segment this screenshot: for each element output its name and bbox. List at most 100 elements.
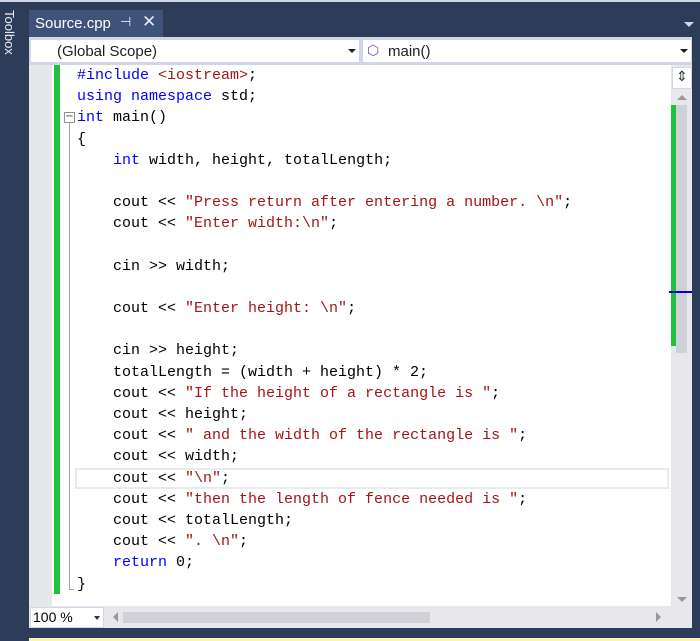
code-token: ; bbox=[518, 490, 528, 508]
scope-value: (Global Scope) bbox=[57, 43, 158, 60]
outline-guide bbox=[69, 123, 70, 589]
collapse-toggle[interactable]: − bbox=[64, 112, 75, 123]
code-token: cout << bbox=[77, 427, 186, 445]
code-token: return bbox=[113, 554, 177, 572]
code-token: cout << bbox=[77, 194, 186, 212]
code-line-current[interactable]: cout << "\n"; bbox=[75, 467, 669, 489]
code-token: ; bbox=[248, 67, 258, 84]
code-token: int bbox=[113, 151, 150, 169]
chevron-down-icon bbox=[680, 49, 688, 53]
chevron-down-icon bbox=[94, 616, 100, 620]
code-token: cin >> height; bbox=[77, 342, 240, 360]
code-token: width, height, totalLength; bbox=[149, 151, 393, 169]
tab-overflow-dropdown-icon[interactable] bbox=[684, 22, 694, 27]
code-line[interactable]: cout << "If the height of a rectangle is… bbox=[77, 383, 669, 404]
scroll-up-arrow[interactable] bbox=[677, 95, 687, 100]
scroll-left-arrow[interactable] bbox=[113, 612, 118, 622]
zoom-dropdown[interactable]: 100 % bbox=[30, 607, 104, 628]
outline-guide-end bbox=[69, 589, 74, 590]
code-editor[interactable]: − #include <iostream>; using namespace st… bbox=[29, 65, 692, 606]
code-token: "then the length of fence needed is " bbox=[185, 490, 519, 508]
tab-label: Source.cpp bbox=[35, 15, 111, 32]
code-token: ; bbox=[518, 427, 528, 445]
toolbox-label[interactable]: Toolbox bbox=[2, 10, 17, 55]
horizontal-scroll-bar: 100 % bbox=[29, 606, 692, 628]
top-border bbox=[0, 0, 700, 2]
scroll-down-arrow[interactable] bbox=[677, 597, 687, 602]
code-line[interactable] bbox=[77, 277, 669, 298]
change-tracking-bar bbox=[54, 65, 60, 594]
scroll-right-arrow[interactable] bbox=[656, 612, 661, 622]
code-line[interactable]: { bbox=[77, 129, 669, 150]
code-token: "Enter height: \n" bbox=[185, 300, 348, 318]
code-token: "Press return after entering a number. \… bbox=[185, 194, 564, 212]
code-token: using namespace bbox=[77, 88, 222, 106]
code-line[interactable]: cout << " and the width of the rectangle… bbox=[77, 425, 669, 446]
code-line[interactable] bbox=[77, 171, 669, 192]
code-token: cout << width; bbox=[77, 448, 240, 466]
code-token: cout << totalLength; bbox=[77, 511, 294, 529]
code-token: } bbox=[77, 575, 87, 593]
code-lines[interactable]: #include <iostream>; using namespace std;… bbox=[75, 65, 669, 595]
member-value: main() bbox=[388, 43, 431, 60]
pin-icon[interactable]: ⊣ bbox=[120, 14, 131, 30]
code-line[interactable]: cout << "then the length of fence needed… bbox=[77, 489, 669, 510]
code-token: cout << bbox=[77, 300, 186, 318]
code-token: cout << bbox=[77, 469, 186, 487]
code-line[interactable]: cout << ". \n"; bbox=[77, 531, 669, 552]
code-token: "Enter width:\n" bbox=[185, 215, 330, 233]
code-line[interactable] bbox=[77, 235, 669, 256]
code-token: ; bbox=[491, 384, 501, 402]
navigation-bar: (Global Scope) ⬡ main() bbox=[29, 37, 692, 65]
method-cube-icon: ⬡ bbox=[367, 42, 380, 58]
code-token: main() bbox=[113, 109, 168, 127]
code-token: totalLength = (width + height) * 2; bbox=[77, 363, 429, 381]
close-icon[interactable]: ✕ bbox=[142, 12, 156, 32]
code-line[interactable]: cout << height; bbox=[77, 404, 669, 425]
code-line[interactable]: cin >> width; bbox=[77, 256, 669, 277]
code-line[interactable] bbox=[77, 319, 669, 340]
code-token: int bbox=[77, 109, 114, 127]
scope-dropdown[interactable]: (Global Scope) bbox=[30, 39, 360, 63]
code-token: cout << bbox=[77, 215, 186, 233]
code-line[interactable]: return 0; bbox=[77, 552, 669, 573]
code-token: ; bbox=[563, 194, 573, 212]
toolbox-panel-tab[interactable]: Toolbox bbox=[0, 2, 22, 641]
vertical-scrollbar[interactable]: ⇕ bbox=[669, 65, 692, 606]
caret-position-marker bbox=[669, 291, 692, 293]
indicator-margin[interactable] bbox=[29, 65, 52, 606]
code-token: ; bbox=[221, 469, 231, 487]
code-line[interactable]: cout << "Enter height: \n"; bbox=[77, 298, 669, 319]
member-dropdown[interactable]: ⬡ main() bbox=[362, 39, 692, 63]
scrollbar-thumb[interactable] bbox=[676, 105, 687, 353]
code-token: 0; bbox=[176, 554, 195, 572]
code-line[interactable]: } bbox=[77, 574, 669, 595]
code-token: cout << bbox=[77, 533, 186, 551]
code-token: ; bbox=[329, 215, 339, 233]
zoom-value: 100 % bbox=[33, 609, 73, 625]
split-window-icon[interactable]: ⇕ bbox=[672, 67, 692, 89]
code-token: cin >> width; bbox=[77, 257, 231, 275]
code-token: <iostream> bbox=[158, 67, 249, 84]
code-line[interactable]: int main() bbox=[77, 107, 669, 128]
code-token: cout << bbox=[77, 490, 186, 508]
horizontal-scrollbar-thumb[interactable] bbox=[123, 612, 430, 623]
code-line[interactable]: cin >> height; bbox=[77, 340, 669, 361]
code-token: "\n" bbox=[185, 469, 222, 487]
code-token: " and the width of the rectangle is " bbox=[185, 427, 519, 445]
code-token: cout << bbox=[77, 384, 186, 402]
change-map-marker bbox=[671, 105, 676, 346]
tab-source-cpp[interactable]: Source.cpp ⊣ ✕ bbox=[29, 10, 163, 37]
code-line[interactable]: using namespace std; bbox=[77, 86, 669, 107]
code-line[interactable]: totalLength = (width + height) * 2; bbox=[77, 362, 669, 383]
code-line[interactable]: #include <iostream>; bbox=[77, 65, 669, 86]
code-token: ; bbox=[347, 300, 357, 318]
code-line[interactable]: cout << "Press return after entering a n… bbox=[77, 192, 669, 213]
code-line[interactable]: cout << width; bbox=[77, 446, 669, 467]
code-line[interactable]: int width, height, totalLength; bbox=[77, 150, 669, 171]
chevron-down-icon bbox=[348, 49, 356, 53]
code-line[interactable]: cout << totalLength; bbox=[77, 510, 669, 531]
code-token: { bbox=[77, 130, 87, 148]
code-line[interactable]: cout << "Enter width:\n"; bbox=[77, 213, 669, 234]
